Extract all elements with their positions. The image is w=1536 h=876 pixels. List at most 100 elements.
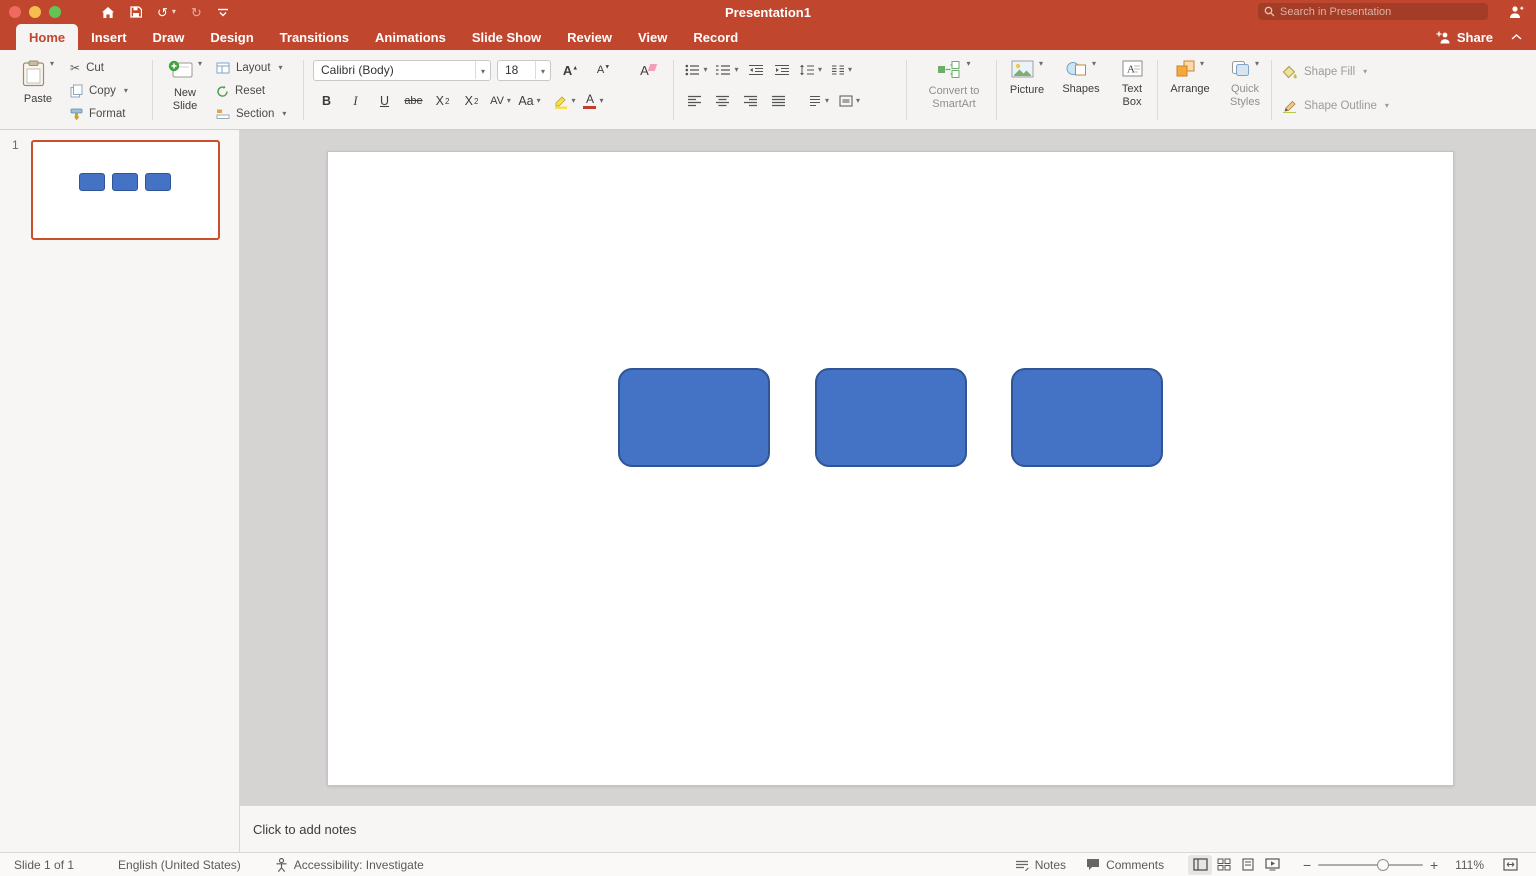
slide-shape-1[interactable]: [618, 368, 770, 467]
tab-record[interactable]: Record: [680, 24, 751, 50]
convert-to-smartart-label: Convert to SmartArt: [929, 85, 980, 111]
tab-insert[interactable]: Insert: [78, 24, 139, 50]
increase-indent-button[interactable]: [771, 59, 793, 81]
picture-button[interactable]: ▾ Picture: [1004, 50, 1050, 130]
align-right-icon: [744, 95, 758, 107]
bold-button[interactable]: B: [313, 90, 340, 112]
strikethrough-button[interactable]: abe: [400, 90, 427, 112]
clear-formatting-button[interactable]: A: [631, 59, 658, 81]
align-text-button[interactable]: ▾: [836, 90, 863, 112]
numbering-button[interactable]: ▾: [714, 59, 741, 81]
paste-button[interactable]: ▾ Paste: [12, 50, 64, 106]
subscript-button[interactable]: X2: [458, 90, 485, 112]
font-color-button[interactable]: A ▾: [580, 90, 607, 112]
zoom-slider[interactable]: [1318, 858, 1423, 872]
tab-transitions[interactable]: Transitions: [267, 24, 362, 50]
justify-button[interactable]: [767, 90, 791, 112]
slide-shape-3[interactable]: [1011, 368, 1163, 467]
shapes-button[interactable]: ▾ Shapes: [1058, 50, 1104, 130]
search-box[interactable]: [1258, 3, 1488, 20]
search-input[interactable]: [1280, 6, 1482, 18]
decrease-indent-button[interactable]: [745, 59, 767, 81]
quick-styles-button[interactable]: ▾ Quick Styles: [1223, 50, 1267, 130]
section-button[interactable]: Section ▾: [216, 104, 300, 124]
comments-icon: [1086, 858, 1100, 871]
italic-button[interactable]: I: [342, 90, 369, 112]
home-icon[interactable]: [101, 6, 115, 19]
text-highlight-button[interactable]: ▾: [551, 90, 578, 112]
arrange-button[interactable]: ▾ Arrange: [1165, 50, 1215, 130]
font-name-select[interactable]: Calibri (Body) ▾: [313, 60, 491, 81]
change-case-button[interactable]: Aa▾: [516, 90, 543, 112]
titlebar: ↺ ▾ ↻ Presentation1: [0, 0, 1536, 24]
tab-slide-show[interactable]: Slide Show: [459, 24, 554, 50]
accessibility-button[interactable]: Accessibility: Investigate: [275, 858, 424, 872]
zoom-out-button[interactable]: −: [1300, 857, 1314, 873]
slide-thumbnail[interactable]: [31, 140, 220, 240]
normal-view-button[interactable]: [1188, 855, 1212, 875]
shape-fill-button[interactable]: Shape Fill ▾: [1282, 62, 1422, 82]
superscript-button[interactable]: X2: [429, 90, 456, 112]
zoom-in-button[interactable]: +: [1427, 857, 1441, 873]
increase-font-size-button[interactable]: A▲: [557, 59, 584, 81]
shape-fill-bucket-icon: [1282, 65, 1298, 79]
tab-design[interactable]: Design: [197, 24, 266, 50]
account-button[interactable]: [1508, 5, 1524, 19]
decrease-font-size-button[interactable]: A▼: [590, 59, 617, 81]
fit-slide-to-window-button[interactable]: [1498, 855, 1522, 875]
character-spacing-button[interactable]: AV▾: [487, 90, 514, 112]
shape-styles-group: Shape Fill ▾ Shape Outline ▾: [1282, 50, 1422, 130]
slideshow-view-button[interactable]: [1260, 855, 1284, 875]
columns-button[interactable]: ▾: [828, 59, 855, 81]
save-icon[interactable]: [130, 6, 142, 18]
cut-button[interactable]: ✂ Cut: [70, 58, 150, 78]
reading-view-button[interactable]: [1236, 855, 1260, 875]
font-size-select[interactable]: 18 ▾: [497, 60, 551, 81]
align-left-button[interactable]: [683, 90, 707, 112]
redo-button[interactable]: ↻: [191, 6, 202, 19]
share-label: Share: [1457, 30, 1493, 45]
tab-view[interactable]: View: [625, 24, 680, 50]
comments-toggle-button[interactable]: Comments: [1086, 858, 1164, 872]
slide-shape-2[interactable]: [815, 368, 967, 467]
bullets-button[interactable]: ▾: [683, 59, 710, 81]
align-center-button[interactable]: [711, 90, 735, 112]
text-box-button[interactable]: A Text Box: [1112, 50, 1152, 130]
shape-outline-button[interactable]: Shape Outline ▾: [1282, 96, 1422, 116]
text-direction-button[interactable]: ▾: [805, 90, 832, 112]
copy-button[interactable]: Copy ▾: [70, 81, 150, 101]
tab-home[interactable]: Home: [16, 24, 78, 50]
underline-button[interactable]: U: [371, 90, 398, 112]
slide-canvas[interactable]: [328, 152, 1453, 785]
tab-review[interactable]: Review: [554, 24, 625, 50]
slide-sorter-view-button[interactable]: [1212, 855, 1236, 875]
language-button[interactable]: English (United States): [118, 858, 241, 872]
zoom-slider-thumb[interactable]: [1377, 859, 1389, 871]
normal-view-icon: [1193, 858, 1208, 871]
shape-outline-caret-icon: ▾: [1385, 102, 1389, 110]
minimize-window-button[interactable]: [29, 6, 41, 18]
close-window-button[interactable]: [9, 6, 21, 18]
new-slide-button[interactable]: ▾ New Slide: [160, 50, 210, 113]
increase-indent-icon: [775, 64, 790, 76]
search-icon: [1264, 6, 1275, 17]
convert-to-smartart-button[interactable]: ▾ Convert to SmartArt: [913, 50, 995, 111]
undo-button[interactable]: ↺ ▾: [157, 6, 176, 19]
layout-button[interactable]: Layout ▾: [216, 58, 300, 78]
align-center-icon: [716, 95, 730, 107]
line-spacing-button[interactable]: ▾: [797, 59, 824, 81]
collapse-ribbon-button[interactable]: [1511, 34, 1522, 40]
reset-button[interactable]: Reset: [216, 81, 300, 101]
notes-pane[interactable]: Click to add notes: [240, 805, 1536, 852]
share-button[interactable]: Share: [1435, 30, 1493, 45]
format-painter-button[interactable]: Format: [70, 104, 150, 124]
slide-indicator: Slide 1 of 1: [14, 858, 74, 872]
tab-draw[interactable]: Draw: [140, 24, 198, 50]
customize-toolbar-button[interactable]: [217, 8, 229, 17]
font-name-caret-icon: ▾: [481, 67, 485, 76]
tab-animations[interactable]: Animations: [362, 24, 459, 50]
fullscreen-window-button[interactable]: [49, 6, 61, 18]
notes-toggle-button[interactable]: Notes: [1015, 858, 1066, 872]
zoom-level[interactable]: 111%: [1455, 858, 1484, 872]
align-right-button[interactable]: [739, 90, 763, 112]
